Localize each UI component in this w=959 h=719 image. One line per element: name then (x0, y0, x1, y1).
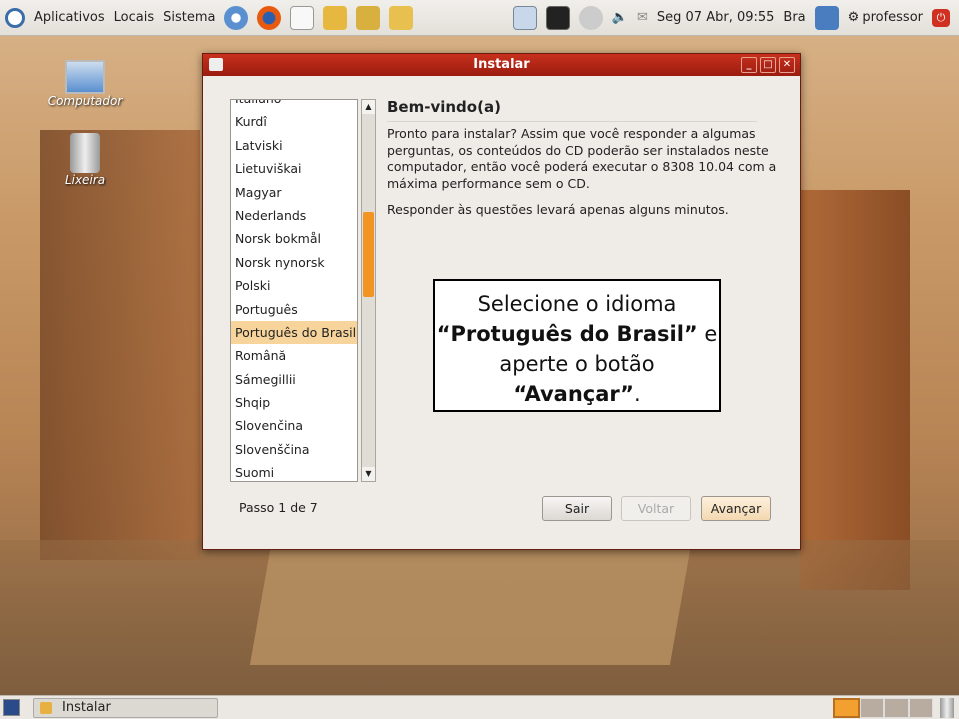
menu-locais[interactable]: Locais (114, 10, 154, 25)
title-bar[interactable]: Instalar _ □ ✕ (203, 54, 800, 76)
scroll-down-arrow[interactable]: ▼ (362, 467, 375, 481)
text-editor-icon[interactable] (290, 5, 315, 30)
taskbar-item-instalar[interactable]: Instalar (33, 698, 218, 718)
firefox-icon[interactable] (257, 5, 282, 30)
language-item[interactable]: Shqip (231, 391, 357, 414)
window-title: Instalar (473, 57, 530, 72)
language-list[interactable]: ItalianoKurdîLatviskiLietuviškaiMagyarNe… (230, 99, 358, 482)
computer-icon (65, 60, 105, 94)
installer-icon (209, 58, 223, 71)
rug (249, 550, 691, 665)
language-item[interactable]: Sámegillii (231, 368, 357, 391)
language-item[interactable]: Norsk bokmål (231, 227, 357, 250)
menu-aplicativos[interactable]: Aplicativos (34, 10, 105, 25)
minimize-button[interactable]: _ (741, 57, 757, 73)
bottom-panel: Instalar (0, 695, 959, 719)
step-indicator: Passo 1 de 7 (239, 500, 318, 515)
clock[interactable]: Seg 07 Abr, 09:55 (657, 10, 775, 25)
workspace-3[interactable] (884, 698, 909, 718)
ubuntu-logo-icon (5, 7, 25, 28)
quit-button[interactable]: Sair (542, 496, 612, 521)
user-icon[interactable]: ⚙ (848, 10, 860, 25)
workspace-4[interactable] (908, 698, 933, 718)
welcome-note: Responder às questões levará apenas algu… (387, 202, 729, 217)
language-item[interactable]: Português do Brasil (231, 320, 357, 345)
language-item[interactable]: Română (231, 344, 357, 367)
app-launcher-icon[interactable] (512, 5, 537, 30)
network-icon[interactable] (814, 5, 839, 30)
settings-tool-icon[interactable] (578, 5, 603, 30)
language-item[interactable]: Lietuviškai (231, 157, 357, 180)
language-item[interactable]: Latviski (231, 134, 357, 157)
desktop-icon-trash[interactable]: Lixeira (45, 133, 125, 187)
welcome-heading: Bem-vindo(a) (387, 98, 501, 116)
language-item[interactable]: Norsk nynorsk (231, 251, 357, 274)
chromium-icon[interactable] (224, 5, 249, 30)
wardrobe (800, 190, 910, 590)
bookshelf (40, 130, 200, 560)
desktop-icon-label: Lixeira (64, 173, 106, 187)
trash-icon (70, 133, 100, 173)
callout-line: Selecione o idioma (477, 292, 677, 316)
installer-icon (40, 702, 52, 714)
mail-icon[interactable]: ✉ (637, 10, 648, 25)
top-panel: Aplicativos Locais Sistema 🔈 ✉ Seg 07 Ab… (0, 0, 959, 36)
scroll-thumb[interactable] (363, 212, 374, 297)
language-item[interactable]: Slovenčina (231, 414, 357, 437)
heading-divider (387, 121, 757, 122)
language-item[interactable]: Italiano (231, 100, 357, 110)
language-item[interactable]: Nederlands (231, 204, 357, 227)
user-name[interactable]: professor (862, 10, 923, 25)
workspace-2[interactable] (859, 698, 884, 718)
language-item[interactable]: Suomi (231, 461, 357, 481)
callout-button-name: “Avançar” (513, 382, 634, 406)
workspace-switcher[interactable] (833, 698, 933, 718)
language-item[interactable]: Slovenščina (231, 438, 357, 461)
terminal-icon[interactable] (545, 5, 570, 30)
keyboard-layout[interactable]: Bra (783, 10, 805, 25)
menu-sistema[interactable]: Sistema (163, 10, 215, 25)
show-desktop-icon[interactable] (3, 699, 20, 716)
scrollbar[interactable]: ▲ ▼ (361, 99, 376, 482)
language-item[interactable]: Português (231, 298, 357, 321)
desktop-icon-label: Computador (47, 94, 123, 108)
app-icon-2[interactable] (356, 5, 381, 30)
language-item[interactable]: Magyar (231, 181, 357, 204)
power-icon[interactable]: ⏻ (932, 8, 950, 27)
callout-language: “Protuguês do Brasil” (436, 322, 698, 346)
app-icon-3[interactable] (389, 5, 414, 30)
close-button[interactable]: ✕ (779, 57, 795, 73)
language-item[interactable]: Kurdî (231, 110, 357, 133)
language-item[interactable]: Polski (231, 274, 357, 297)
maximize-button[interactable]: □ (760, 57, 776, 73)
callout-end: . (633, 382, 641, 406)
scroll-up-arrow[interactable]: ▲ (362, 100, 375, 114)
welcome-text: Pronto para instalar? Assim que você res… (387, 126, 777, 191)
desktop-icon-computer[interactable]: Computador (45, 60, 125, 108)
app-icon[interactable] (323, 5, 348, 30)
taskbar-item-label: Instalar (62, 700, 111, 715)
forward-button[interactable]: Avançar (701, 496, 771, 521)
back-button[interactable]: Voltar (621, 496, 691, 521)
volume-icon[interactable]: 🔈 (612, 10, 628, 25)
trash-icon[interactable] (940, 698, 954, 718)
workspace-1[interactable] (833, 698, 860, 718)
instruction-callout: Selecione o idioma “Protuguês do Brasil”… (433, 279, 721, 412)
